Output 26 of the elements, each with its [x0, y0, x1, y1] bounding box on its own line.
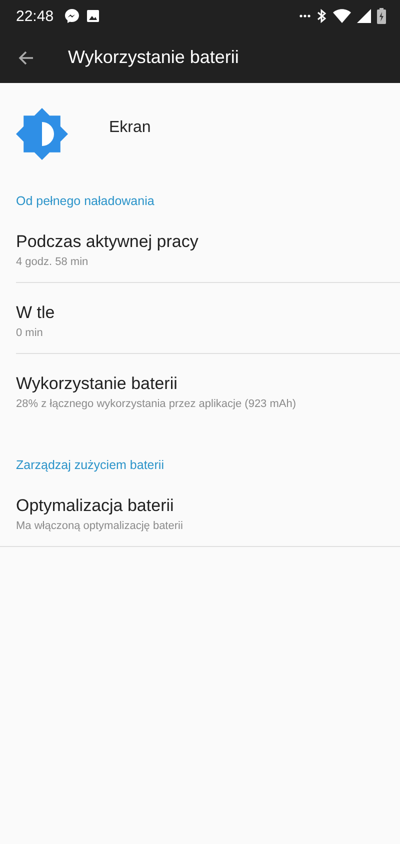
chat-bubble-icon: [64, 8, 80, 24]
status-time: 22:48: [16, 8, 54, 24]
item-title: Optymalizacja baterii: [16, 496, 175, 516]
app-name: Ekran: [109, 119, 151, 137]
battery-icon: [377, 8, 386, 24]
settings-item[interactable]: Podczas aktywnej pracy 4 godz. 58 min: [0, 212, 400, 282]
wifi-icon: [333, 9, 351, 23]
toolbar-title: Wykorzystanie baterii: [68, 47, 239, 68]
brightness-icon: [16, 108, 68, 160]
settings-item[interactable]: W tle 0 min: [0, 283, 400, 353]
item-title: W tle: [16, 303, 56, 323]
item-title: Podczas aktywnej pracy: [16, 232, 200, 252]
more-icon: [299, 14, 311, 18]
item-title: Wykorzystanie baterii: [16, 374, 178, 394]
bluetooth-icon: [317, 8, 327, 24]
section-header: Zarządzaj zużyciem baterii: [15, 457, 165, 474]
settings-item[interactable]: Optymalizacja baterii Ma włączoną optymalizację baterii: [0, 476, 400, 546]
item-subtitle: 28% z łącznego wykorzystania przez aplikacje (923 mAh): [16, 398, 298, 410]
signal-icon: [357, 9, 371, 23]
section-header: Od pełnego naładowania: [15, 193, 156, 210]
back-arrow-icon: [18, 50, 34, 66]
item-subtitle: Ma włączoną optymalizację baterii: [16, 520, 184, 532]
settings-item[interactable]: Wykorzystanie baterii 28% z łącznego wykorzystania przez aplikacje (923 mAh): [0, 354, 400, 424]
image-icon: [86, 9, 100, 23]
item-subtitle: 0 min: [16, 327, 44, 339]
item-subtitle: 4 godz. 58 min: [16, 256, 90, 268]
